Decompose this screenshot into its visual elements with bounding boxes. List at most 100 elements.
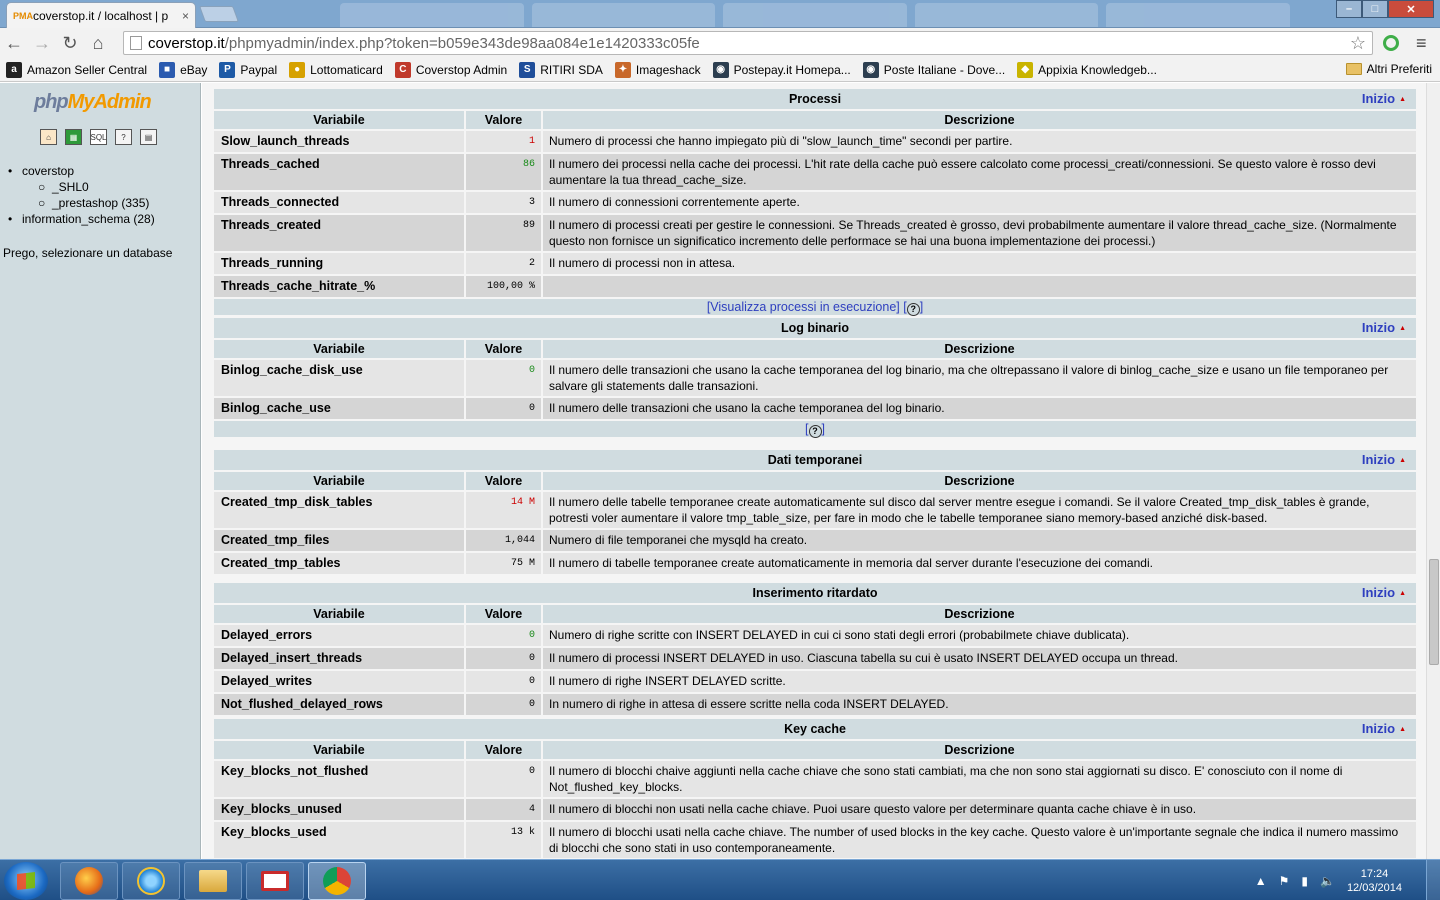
help-icon[interactable]: ?	[808, 425, 822, 438]
taskbar-mail-icon[interactable]	[246, 862, 304, 900]
bookmark-item[interactable]: ● Lottomaticard	[289, 61, 383, 78]
inizio-link[interactable]: Inizio ▲	[1362, 585, 1406, 600]
bookmark-item[interactable]: a Amazon Seller Central	[6, 61, 147, 78]
table-row: Delayed_insert_threads 0 Il numero di proc…	[214, 646, 1416, 669]
bookmark-label: Postepay.it Homepa...	[733, 62, 851, 77]
bookmark-item[interactable]: ✦ Imageshack	[614, 61, 701, 78]
variable-name: Threads_cache_hitrate_%	[214, 274, 464, 297]
show-processes-link[interactable]: [Visualizza processi in esecuzione]	[707, 300, 900, 314]
bookmark-label: RITIRI SDA	[540, 62, 603, 77]
bookmark-item[interactable]: ◆ Appixia Knowledgeb...	[1017, 61, 1157, 78]
bookmark-favicon-icon: ■	[159, 61, 176, 78]
inizio-link[interactable]: Inizio ▲	[1362, 452, 1406, 467]
db-link-shl0[interactable]: _SHL0	[52, 180, 89, 194]
column-header-description: Descrizione	[541, 603, 1416, 623]
bookmark-item[interactable]: ■ eBay	[159, 61, 208, 78]
taskbar-internet-explorer-icon[interactable]	[122, 862, 180, 900]
variable-description: Il numero delle transazioni che usano la…	[541, 358, 1416, 396]
column-header-value: Valore	[464, 109, 541, 129]
phpmyadmin-logo[interactable]: phpMyAdmin	[34, 91, 152, 114]
bookmark-item[interactable]: P Paypal	[219, 61, 277, 78]
variable-name: Created_tmp_tables	[214, 551, 464, 574]
variable-value: 0	[464, 669, 541, 692]
variable-description: Il numero di connessioni correntemente a…	[541, 190, 1416, 213]
help-icon[interactable]: ?	[906, 303, 920, 316]
extension-icon[interactable]	[1383, 35, 1399, 51]
column-header-variable: Variabile	[214, 338, 464, 358]
variable-description: Il numero di processi creati per gestire…	[541, 213, 1416, 251]
section-inserimento-ritardato: Inserimento ritardato Inizio ▲ Variabile Va…	[214, 583, 1416, 715]
new-tab-button[interactable]	[199, 6, 239, 22]
action-center-flag-icon[interactable]: ⚑	[1279, 874, 1290, 888]
bookmark-label: Lottomaticard	[310, 62, 383, 77]
variable-name: Created_tmp_disk_tables	[214, 490, 464, 528]
bookmark-item[interactable]: ◉ Postepay.it Homepa...	[712, 61, 851, 78]
bookmark-star-icon[interactable]: ☆	[1350, 33, 1372, 54]
bookmark-label: Imageshack	[635, 62, 701, 77]
table-row: Threads_cached 86 Il numero dei processi n…	[214, 152, 1416, 190]
variable-value: 0	[464, 646, 541, 669]
variable-description	[541, 274, 1416, 297]
table-row: Slow_launch_threads 1 Numero di processi c…	[214, 129, 1416, 152]
variable-value: 0	[464, 692, 541, 715]
inizio-link[interactable]: Inizio ▲	[1362, 91, 1406, 106]
inizio-link[interactable]: Inizio ▲	[1362, 721, 1406, 736]
bookmark-item[interactable]: S RITIRI SDA	[519, 61, 603, 78]
variable-name: Threads_running	[214, 251, 464, 274]
variable-name: Threads_connected	[214, 190, 464, 213]
variable-description: Il numero di blocchi usati nella cache c…	[541, 820, 1416, 858]
start-button-icon[interactable]	[4, 862, 48, 900]
docs-icon[interactable]: ▤	[140, 129, 157, 145]
variable-description: In numero di righe in attesa di essere s…	[541, 692, 1416, 715]
tray-expand-icon[interactable]: ▲	[1255, 874, 1267, 888]
table-header-row: Variabile Valore Descrizione	[214, 470, 1416, 490]
network-signal-icon[interactable]: ▮	[1301, 874, 1308, 888]
db-link-coverstop[interactable]: coverstop	[22, 164, 74, 178]
vertical-scrollbar[interactable]	[1426, 83, 1440, 859]
maximize-icon[interactable]: □	[1362, 0, 1388, 18]
db-link-information-schema[interactable]: information_schema (28)	[22, 212, 155, 226]
table-header-row: Variabile Valore Descrizione	[214, 739, 1416, 759]
query-window-icon[interactable]: ?	[115, 129, 132, 145]
home-icon[interactable]: ⌂	[84, 30, 112, 56]
show-desktop-button[interactable]	[1426, 860, 1440, 900]
taskbar-chrome-icon[interactable]	[308, 862, 366, 900]
db-link-prestashop[interactable]: _prestashop (335)	[52, 196, 149, 210]
table-row: Not_flushed_delayed_rows 0 In numero di ri…	[214, 692, 1416, 715]
variable-value: 75 M	[464, 551, 541, 574]
table-row: Created_tmp_tables 75 M Il numero di tabel…	[214, 551, 1416, 574]
other-bookmarks[interactable]: Altri Preferiti	[1345, 62, 1432, 76]
reload-icon[interactable]: ↻	[56, 30, 84, 56]
column-header-value: Valore	[464, 470, 541, 490]
sql-icon[interactable]: SQL	[90, 129, 107, 145]
bookmark-label: eBay	[180, 62, 208, 77]
scrollbar-thumb[interactable]	[1429, 559, 1439, 665]
taskbar-explorer-folder-icon[interactable]	[184, 862, 242, 900]
variable-value: 3	[464, 190, 541, 213]
variable-description: Il numero di blocchi chaive aggiunti nel…	[541, 759, 1416, 797]
close-window-icon[interactable]: ✕	[1388, 0, 1434, 18]
tab-close-icon[interactable]: ×	[182, 9, 189, 23]
inizio-link[interactable]: Inizio ▲	[1362, 320, 1406, 335]
minimize-icon[interactable]: –	[1336, 0, 1362, 18]
variable-description: Numero di righe scritte con INSERT DELAY…	[541, 623, 1416, 646]
forward-arrow-icon[interactable]: →	[28, 30, 56, 56]
variable-name: Threads_created	[214, 213, 464, 251]
table-icon[interactable]: ▦	[65, 129, 82, 145]
bookmark-item[interactable]: C Coverstop Admin	[394, 61, 507, 78]
address-bar[interactable]: coverstop.it/phpmyadmin/index.php?token=…	[123, 31, 1373, 55]
clock[interactable]: 17:24 12/03/2014	[1347, 867, 1402, 895]
section-key-cache: Key cache Inizio ▲ Variabile Valore Descrizi…	[214, 719, 1416, 858]
bookmark-label: Appixia Knowledgeb...	[1038, 62, 1157, 77]
volume-icon[interactable]: 🔈	[1320, 874, 1335, 888]
section-title: Log binario Inizio ▲	[214, 318, 1416, 338]
browser-tab[interactable]: PMA coverstop.it / localhost | p ×	[6, 2, 196, 28]
back-arrow-icon[interactable]: ←	[0, 30, 28, 56]
taskbar-firefox-icon[interactable]	[60, 862, 118, 900]
home-icon[interactable]: ⌂	[40, 129, 57, 145]
column-header-description: Descrizione	[541, 338, 1416, 358]
background-tabs	[340, 3, 1290, 27]
bookmark-item[interactable]: ◉ Poste Italiane - Dove...	[862, 61, 1005, 78]
variable-name: Key_blocks_used	[214, 820, 464, 858]
menu-icon[interactable]: ≡	[1416, 33, 1427, 54]
